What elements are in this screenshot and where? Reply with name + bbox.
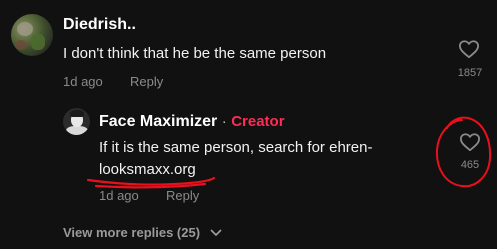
underline-annotation (86, 176, 216, 189)
annotation-overlay (86, 116, 492, 189)
circle-annotation (435, 116, 492, 188)
